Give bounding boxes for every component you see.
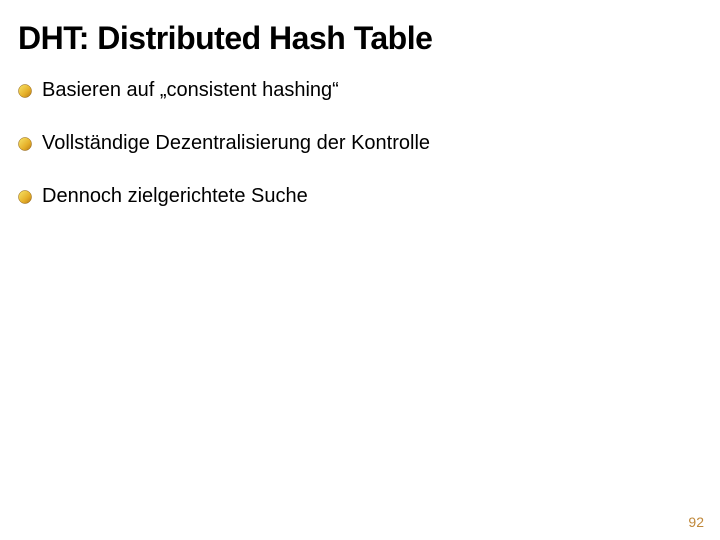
bullet-icon xyxy=(18,190,32,204)
list-item: Dennoch zielgerichtete Suche xyxy=(18,185,702,208)
slide-title: DHT: Distributed Hash Table xyxy=(18,20,702,57)
bullet-text: Vollständige Dezentralisierung der Kontr… xyxy=(42,132,430,155)
bullet-icon xyxy=(18,137,32,151)
bullet-text: Basieren auf „consistent hashing“ xyxy=(42,79,339,102)
list-item: Basieren auf „consistent hashing“ xyxy=(18,79,702,102)
bullet-text: Dennoch zielgerichtete Suche xyxy=(42,185,308,208)
bullet-icon xyxy=(18,84,32,98)
list-item: Vollständige Dezentralisierung der Kontr… xyxy=(18,132,702,155)
slide: DHT: Distributed Hash Table Basieren auf… xyxy=(0,0,720,540)
bullet-list: Basieren auf „consistent hashing“ Vollst… xyxy=(18,79,702,208)
page-number: 92 xyxy=(688,514,704,530)
